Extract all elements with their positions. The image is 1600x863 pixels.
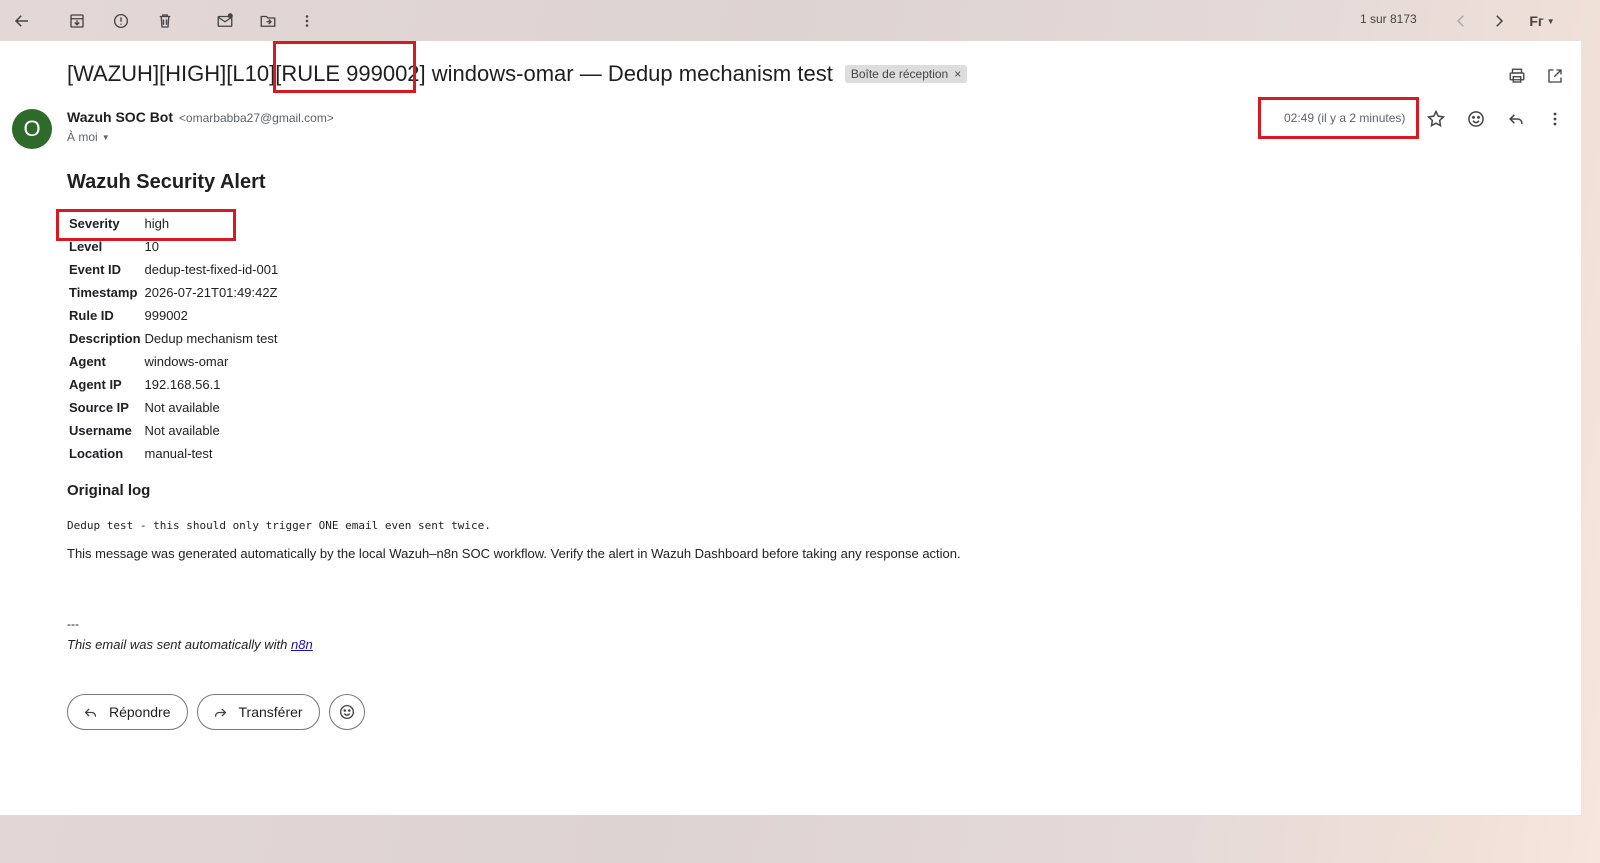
chevron-down-icon: ▼ (1546, 16, 1555, 26)
more-options-icon[interactable] (1540, 104, 1570, 134)
field-value: 999002 (144, 308, 188, 323)
emoji-icon (339, 704, 354, 720)
scroll-strip (1581, 41, 1600, 815)
field-value: 2026-07-21T01:49:42Z (144, 285, 278, 300)
field-value: 192.168.56.1 (144, 377, 221, 392)
recipient-label: À moi (67, 130, 98, 144)
alert-fields-table: Severity high Level 10 Event ID dedup-test-fi… (69, 212, 278, 465)
alert-field-row: Agent windows-omar (69, 350, 278, 373)
alert-field-row: Description Dedup mechanism test (69, 327, 278, 350)
reply-button[interactable]: Répondre (67, 694, 188, 730)
forward-label: Transférer (238, 704, 303, 720)
pager-count: 1 sur 8173 (1360, 12, 1417, 26)
email-body: Wazuh Security Alert Severity high Level 10… (67, 171, 1467, 652)
field-value: Dedup mechanism test (144, 331, 278, 346)
field-key: Rule ID (69, 308, 114, 323)
auto-generated-notice: This message was generated automatically… (67, 546, 961, 561)
field-value: windows-omar (144, 354, 229, 369)
report-spam-icon[interactable] (106, 6, 136, 36)
reply-actions: Répondre Transférer (67, 694, 365, 730)
field-key: Timestamp (69, 285, 138, 300)
star-icon[interactable] (1421, 104, 1451, 134)
alert-field-row: Location manual-test (69, 442, 278, 465)
open-new-window-icon[interactable] (1542, 63, 1568, 89)
footer-text: This email was sent automatically with (67, 637, 291, 652)
field-key: Location (69, 446, 124, 461)
move-to-folder-icon[interactable] (253, 6, 283, 36)
field-value: manual-test (144, 446, 213, 461)
input-tools-label: Fг (1529, 13, 1544, 29)
field-key: Agent (69, 354, 106, 369)
reply-icon (84, 708, 97, 717)
subject-suffix: windows-omar — Dedup mechanism test (431, 61, 833, 86)
highlight-severity-box (56, 209, 236, 241)
highlight-rule-box (273, 41, 416, 93)
field-value: dedup-test-fixed-id-001 (144, 262, 279, 277)
alert-field-row: Timestamp 2026-07-21T01:49:42Z (69, 281, 278, 304)
newer-chevron-icon[interactable] (1446, 6, 1476, 36)
reply-label: Répondre (109, 704, 171, 720)
email-view: [WAZUH][HIGH][L10][RULE 999002] windows-… (0, 41, 1581, 815)
field-value: Not available (144, 400, 220, 415)
forward-button[interactable]: Transférer (196, 694, 320, 730)
input-tools-button[interactable]: Fг ▼ (1522, 6, 1562, 36)
footer-line: This email was sent automatically with n… (67, 637, 1467, 652)
back-arrow-icon[interactable] (7, 6, 37, 36)
top-toolbar: 1 sur 8173 Fг ▼ (0, 0, 1600, 41)
alert-field-row: Username Not available (69, 419, 278, 442)
archive-icon[interactable] (62, 6, 92, 36)
alert-field-row: Source IP Not available (69, 396, 278, 419)
subject-prefix: [WAZUH][HIGH][L10] (67, 61, 276, 86)
highlight-time-box (1258, 97, 1419, 139)
signature-separator: --- (67, 617, 79, 631)
sender-avatar: O (12, 109, 52, 149)
print-icon[interactable] (1504, 63, 1530, 89)
emoji-react-button[interactable] (328, 694, 365, 730)
alert-title: Wazuh Security Alert (67, 171, 266, 193)
field-key: Username (69, 423, 132, 438)
forward-icon (214, 708, 226, 717)
older-chevron-icon[interactable] (1484, 6, 1514, 36)
n8n-link[interactable]: n8n (291, 637, 313, 652)
original-log-text: Dedup test - this should only trigger ON… (67, 519, 491, 532)
sender-info: Wazuh SOC Bot <omarbabba27@gmail.com> (67, 109, 334, 125)
alert-field-row: Rule ID 999002 (69, 304, 278, 327)
delete-icon[interactable] (150, 6, 180, 36)
sender-email: <omarbabba27@gmail.com> (178, 111, 334, 125)
field-key: Agent IP (69, 377, 122, 392)
field-value: Not available (144, 423, 220, 438)
field-key: Event ID (69, 262, 122, 277)
mark-unread-icon[interactable] (210, 6, 240, 36)
alert-field-row: Event ID dedup-test-fixed-id-001 (69, 258, 278, 281)
chevron-down-icon: ▼ (101, 132, 110, 142)
remove-label-icon[interactable]: × (954, 67, 961, 81)
reply-icon[interactable] (1501, 104, 1531, 134)
alert-field-row: Agent IP 192.168.56.1 (69, 373, 278, 396)
field-key: Description (69, 331, 141, 346)
emoji-reaction-icon[interactable] (1461, 104, 1491, 134)
inbox-label-text: Boîte de réception (850, 67, 949, 81)
original-log-title: Original log (67, 482, 151, 499)
recipient-details[interactable]: À moi ▼ (67, 130, 110, 144)
email-subject: [WAZUH][HIGH][L10][RULE 999002] windows-… (67, 61, 833, 87)
subject-row: [WAZUH][HIGH][L10][RULE 999002] windows-… (67, 61, 968, 87)
more-vert-icon[interactable] (292, 6, 322, 36)
inbox-label-chip[interactable]: Boîte de réception × (844, 65, 968, 83)
sender-name[interactable]: Wazuh SOC Bot (67, 109, 173, 125)
field-key: Source IP (69, 400, 129, 415)
